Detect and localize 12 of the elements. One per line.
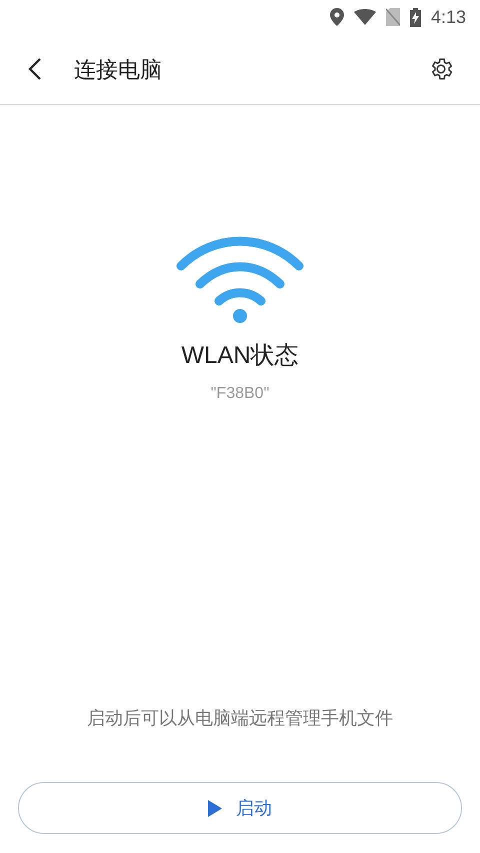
battery-charging-icon [410,8,421,26]
play-icon [208,800,222,816]
hint-text: 启动后可以从电脑端远程管理手机文件 [86,707,394,730]
no-sim-icon [386,8,400,26]
network-name: "F38B0" [210,384,270,404]
wlan-status-title: WLAN状态 [181,341,299,371]
status-time: 4:13 [430,6,466,28]
wifi-signal-icon [354,9,376,25]
start-button[interactable]: 启动 [18,782,462,834]
location-icon [330,8,344,26]
wifi-icon [176,236,304,324]
page-title: 连接电脑 [74,56,162,84]
